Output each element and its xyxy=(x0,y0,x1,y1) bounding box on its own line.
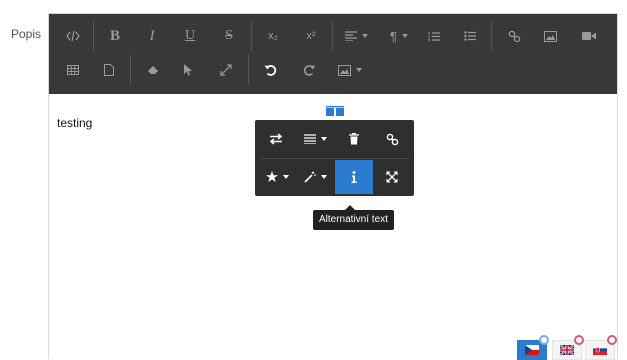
editor-content-text[interactable]: testing xyxy=(57,116,92,130)
language-switcher xyxy=(517,335,617,360)
align-image-icon xyxy=(303,134,316,144)
magic-wand-icon xyxy=(303,171,315,183)
edit-image-dropdown[interactable] xyxy=(297,160,333,194)
image-icon[interactable] xyxy=(536,23,564,49)
underline-button[interactable]: U xyxy=(176,23,204,49)
resize-image-icon[interactable] xyxy=(375,160,409,194)
selected-image[interactable] xyxy=(326,103,344,116)
alt-text-button[interactable] xyxy=(335,160,373,194)
toolbar-divider xyxy=(130,55,131,85)
popover-divider xyxy=(259,158,410,159)
pilcrow-icon: ¶ xyxy=(390,28,397,44)
toolbar-divider xyxy=(93,21,94,51)
subscript-button[interactable]: x₂ xyxy=(259,23,287,49)
image-popover xyxy=(255,120,414,196)
toolbar-divider xyxy=(248,55,249,85)
info-icon xyxy=(351,171,357,183)
style-image-dropdown[interactable] xyxy=(259,160,295,194)
paragraph-style-dropdown[interactable]: ¶ xyxy=(382,23,416,49)
language-tab-cs[interactable] xyxy=(517,335,549,360)
language-tab-en[interactable] xyxy=(552,335,584,360)
link-icon[interactable] xyxy=(500,23,528,49)
toolbar-divider xyxy=(491,21,492,51)
alt-text-tooltip: Alternativní text xyxy=(313,205,394,230)
swap-image-icon[interactable] xyxy=(259,122,293,156)
status-dot xyxy=(574,335,584,345)
table-icon[interactable] xyxy=(59,57,87,83)
toolbar-divider xyxy=(251,21,252,51)
document-icon[interactable] xyxy=(95,57,123,83)
image-insert-dropdown[interactable] xyxy=(333,57,367,83)
image-insert-icon xyxy=(338,64,351,76)
czech-flag-icon xyxy=(525,345,539,355)
code-view-icon[interactable] xyxy=(59,23,87,49)
delete-image-icon[interactable] xyxy=(337,122,371,156)
field-label: Popis xyxy=(11,27,42,41)
superscript-button[interactable]: x² xyxy=(297,23,325,49)
paragraph-align-dropdown[interactable] xyxy=(339,23,373,49)
pointer-icon[interactable] xyxy=(174,57,202,83)
star-icon xyxy=(265,171,278,182)
align-icon xyxy=(344,31,357,41)
ordered-list-icon[interactable] xyxy=(420,23,448,49)
toolbar-divider xyxy=(332,21,333,51)
uk-flag-icon xyxy=(560,345,574,355)
bold-button[interactable]: B xyxy=(101,23,129,49)
rich-text-editor: B I U S x₂ x² ¶ testing Alternativní tex… xyxy=(48,13,618,360)
strikethrough-button[interactable]: S xyxy=(215,23,243,49)
language-tab-sk[interactable] xyxy=(585,335,617,360)
status-dot xyxy=(607,335,617,345)
status-dot xyxy=(539,335,549,345)
unordered-list-icon[interactable] xyxy=(456,23,484,49)
link-image-icon[interactable] xyxy=(375,122,409,156)
slovak-flag-icon xyxy=(593,345,607,355)
redo-icon[interactable] xyxy=(295,57,323,83)
video-icon[interactable] xyxy=(575,23,603,49)
align-image-dropdown[interactable] xyxy=(297,122,333,156)
italic-button[interactable]: I xyxy=(138,23,166,49)
eraser-icon[interactable] xyxy=(139,57,167,83)
editor-toolbar: B I U S x₂ x² ¶ xyxy=(49,14,617,94)
undo-icon[interactable] xyxy=(256,57,284,83)
fullscreen-icon[interactable] xyxy=(212,57,240,83)
